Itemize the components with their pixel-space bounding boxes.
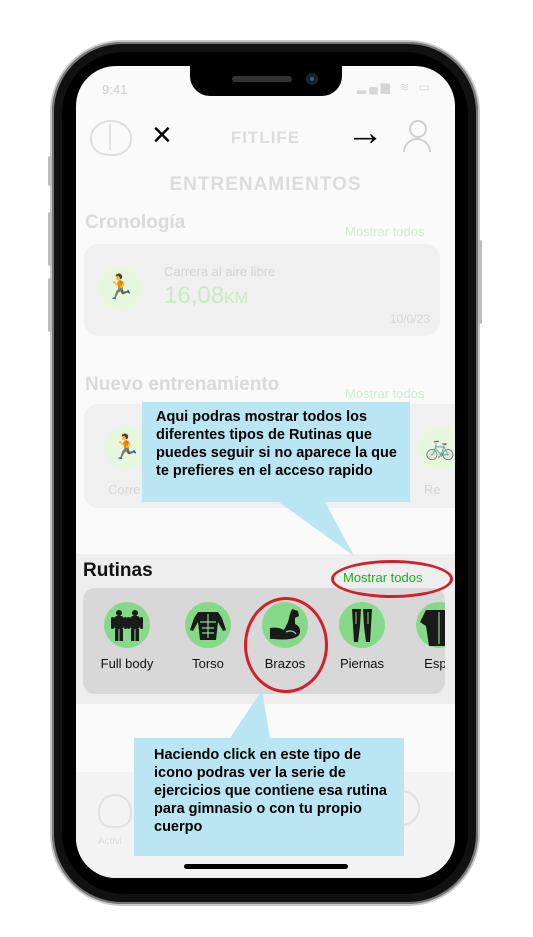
callout-rutina-icon-text: Haciendo click en este tipo de icono pod… — [154, 747, 387, 835]
callout-rutina-icon: Haciendo click en este tipo de icono pod… — [134, 738, 404, 856]
highlight-show-all — [331, 560, 453, 598]
highlight-brazos — [244, 597, 328, 693]
